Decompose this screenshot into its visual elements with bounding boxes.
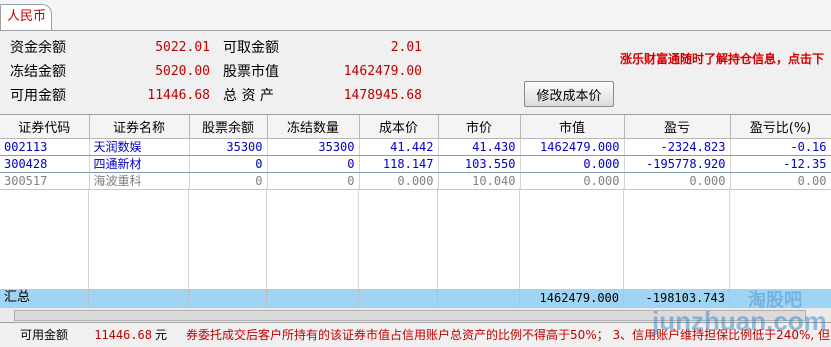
- col-header-code[interactable]: 证券代码: [0, 115, 90, 139]
- table-row[interactable]: 300428 四通新材 0 0 118.147 103.550 0.000 -1…: [0, 155, 831, 173]
- table-row[interactable]: 002113 天润数娱 35300 35300 41.442 41.430 14…: [0, 138, 831, 156]
- table-row[interactable]: 300517 海波重科 0 0 0.000 10.040 0.000 0.000…: [0, 172, 831, 190]
- cell-cost-price: 0.000: [359, 172, 439, 190]
- stock-market-value-label: 股票市值: [223, 64, 279, 80]
- cell-name: 天润数娱: [89, 138, 190, 156]
- total-assets-value: 1478945.68: [343, 88, 422, 103]
- cell-code: 300517: [0, 172, 90, 190]
- cell-cost-price: 41.442: [359, 138, 439, 156]
- status-available-value: 11446.68: [94, 328, 152, 342]
- tab-rmb[interactable]: 人民币: [0, 4, 52, 30]
- status-bar: 可用金额 11446.68 元 券委托成交后客户所持有的该证券市值占信用账户总资…: [0, 322, 831, 347]
- cell-profit-loss: 0.000: [624, 172, 731, 190]
- fund-balance-value: 5022.01: [155, 40, 210, 55]
- cell-cost-price: 118.147: [359, 155, 439, 173]
- tab-bar: 人民币: [0, 0, 831, 31]
- cell-profit-loss: -2324.823: [624, 138, 731, 156]
- stock-market-value-value: 1462479.00: [343, 64, 422, 79]
- summary-total-row[interactable]: 汇总 1462479.000 -198103.743: [0, 289, 831, 307]
- cell-frozen-qty: 0: [267, 172, 360, 190]
- cell-stock-balance: 0: [189, 172, 268, 190]
- col-header-frozen-qty[interactable]: 冻结数量: [267, 115, 360, 139]
- fund-balance-label: 资金余额: [10, 40, 66, 56]
- cell-market-value: 0.000: [520, 172, 625, 190]
- col-header-name[interactable]: 证券名称: [89, 115, 190, 139]
- cell-market-price: 10.040: [438, 172, 521, 190]
- modify-cost-price-button[interactable]: 修改成本价: [524, 81, 614, 107]
- scrollbar-thumb[interactable]: [14, 310, 806, 321]
- withdrawable-amount-value: 2.01: [390, 40, 422, 55]
- available-amount-value: 11446.68: [147, 88, 210, 103]
- col-header-stock-balance[interactable]: 股票余额: [189, 115, 268, 139]
- cell-profit-loss-pct: -12.35: [730, 155, 831, 173]
- col-header-market-value[interactable]: 市值: [520, 115, 625, 139]
- withdrawable-amount-label: 可取金额: [223, 40, 279, 56]
- col-header-profit-loss[interactable]: 盈亏: [624, 115, 731, 139]
- status-available-label: 可用金额: [20, 328, 69, 342]
- status-scrolling-message: 券委托成交后客户所持有的该证券市值占信用账户总资产的比例不得高于50%； 3、信…: [186, 328, 831, 342]
- positions-table: 证券代码 证券名称 股票余额 冻结数量 成本价 市价 市值 盈亏 盈亏比(%) …: [0, 115, 831, 190]
- cell-profit-loss: -195778.920: [624, 155, 731, 173]
- horizontal-scrollbar[interactable]: [0, 307, 831, 322]
- total-market-value: 1462479.000: [520, 289, 624, 307]
- frozen-amount-value: 5020.00: [155, 64, 210, 79]
- total-profit-loss: -198103.743: [624, 289, 730, 307]
- promo-notice[interactable]: 涨乐财富通随时了解持仓信息，点击下: [620, 50, 831, 68]
- cell-code: 002113: [0, 138, 90, 156]
- cell-profit-loss-pct: 0.00: [730, 172, 831, 190]
- cell-name: 海波重科: [89, 172, 190, 190]
- col-header-cost-price[interactable]: 成本价: [359, 115, 439, 139]
- cell-market-value: 1462479.000: [520, 138, 625, 156]
- col-header-market-price[interactable]: 市价: [438, 115, 521, 139]
- cell-frozen-qty: 0: [267, 155, 360, 173]
- total-label: 汇总: [0, 289, 89, 307]
- cell-stock-balance: 35300: [189, 138, 268, 156]
- frozen-amount-label: 冻结金额: [10, 64, 66, 80]
- cell-name: 四通新材: [89, 155, 190, 173]
- cell-stock-balance: 0: [189, 155, 268, 173]
- col-header-profit-loss-pct[interactable]: 盈亏比(%): [730, 115, 831, 139]
- cell-market-value: 0.000: [520, 155, 625, 173]
- available-amount-label: 可用金额: [10, 88, 66, 104]
- cell-market-price: 41.430: [438, 138, 521, 156]
- table-header-row: 证券代码 证券名称 股票余额 冻结数量 成本价 市价 市值 盈亏 盈亏比(%): [0, 115, 831, 139]
- cell-frozen-qty: 35300: [267, 138, 360, 156]
- cell-code: 300428: [0, 155, 90, 173]
- total-assets-label: 总 资 产: [223, 88, 274, 104]
- cell-market-price: 103.550: [438, 155, 521, 173]
- status-unit: 元: [155, 328, 168, 342]
- cell-profit-loss-pct: -0.16: [730, 138, 831, 156]
- account-summary: 资金余额 5022.01 冻结金额 5020.00 可用金额 11446.68 …: [0, 31, 831, 113]
